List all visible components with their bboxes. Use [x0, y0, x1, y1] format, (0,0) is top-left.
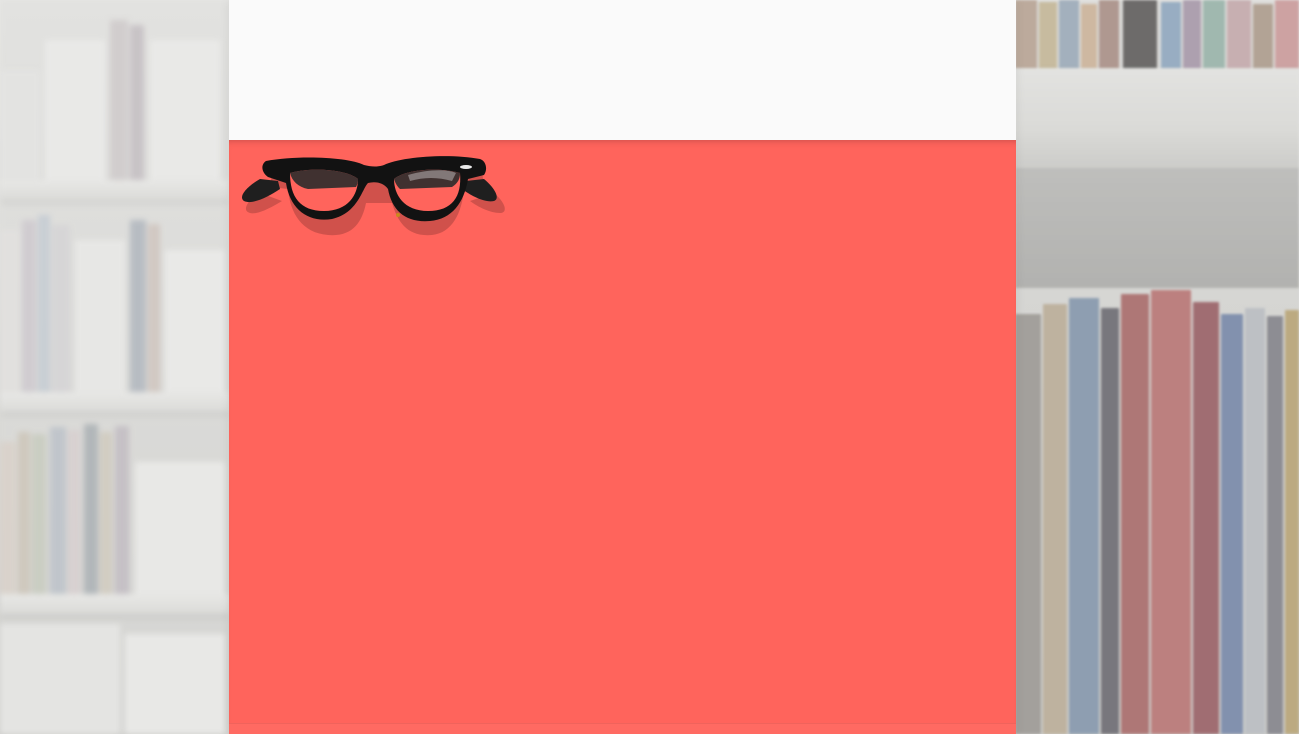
panel-header	[229, 0, 1016, 140]
panel-footer-divider	[229, 723, 1016, 734]
main-panel	[229, 0, 1016, 734]
panel-body	[229, 140, 1016, 734]
bookshelf-right	[1015, 0, 1299, 734]
bookshelf-left	[0, 0, 230, 734]
eyeglasses-icon	[241, 156, 505, 236]
